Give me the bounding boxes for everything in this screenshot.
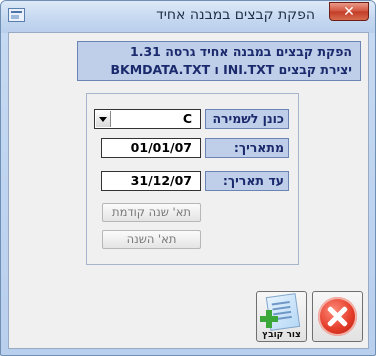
window-title: הפקת קבצים במבנה אחיד — [156, 7, 315, 23]
header-files-text: יצירת קבצים INI.TXT ו BKMDATA.TXT — [110, 62, 352, 77]
this-year-button[interactable]: תא' השנה — [102, 230, 201, 249]
exit-button[interactable] — [312, 291, 363, 342]
from-date-label: מתאריך: — [205, 138, 289, 158]
drive-select[interactable]: C — [94, 109, 201, 129]
create-file-button[interactable]: צור קובץ — [256, 291, 307, 342]
to-date-label: עד תאריך: — [205, 171, 289, 191]
create-file-label: צור קובץ — [262, 330, 301, 340]
drive-value: C — [182, 111, 192, 126]
from-date-input[interactable]: 01/01/07 — [101, 138, 201, 158]
chevron-down-icon[interactable] — [96, 111, 111, 127]
close-x-icon: ✕ — [343, 4, 355, 20]
drive-label: כונן לשמירה — [205, 109, 289, 129]
close-window-button[interactable]: ✕ — [329, 2, 369, 21]
header-version-text: הפקת קבצים במבנה אחיד גרסה 1.31 — [130, 44, 352, 59]
dialog-body: הפקת קבצים במבנה אחיד גרסה 1.31 יצירת קב… — [8, 32, 369, 349]
plus-icon — [260, 310, 278, 328]
app-icon — [8, 8, 25, 22]
to-date-input[interactable]: 31/12/07 — [101, 171, 201, 191]
title-bar: הפקת קבצים במבנה אחיד ✕ — [1, 1, 375, 33]
previous-year-button[interactable]: תא' שנה קודמת — [102, 203, 201, 222]
exit-icon — [318, 297, 357, 336]
app-window: הפקת קבצים במבנה אחיד ✕ הפקת קבצים במבנה… — [0, 0, 376, 356]
header-info-box: הפקת קבצים במבנה אחיד גרסה 1.31 יצירת קב… — [77, 41, 361, 81]
